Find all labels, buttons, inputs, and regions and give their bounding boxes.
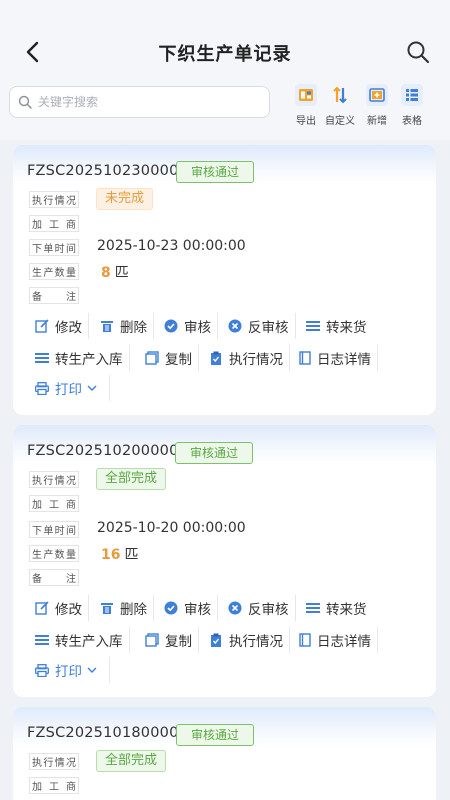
search-button[interactable] [404, 38, 432, 66]
print-button[interactable]: 打印 [35, 375, 110, 401]
remark-label: 备注 [29, 287, 79, 304]
custom-button[interactable]: 自定义 [322, 84, 358, 128]
add-icon [366, 84, 388, 106]
status-label: 执行情况 [29, 753, 79, 770]
edit-icon [35, 601, 49, 615]
copy-button[interactable]: 复制 [145, 345, 199, 371]
cross-circle-icon [228, 319, 242, 333]
add-button[interactable]: 新增 [359, 84, 395, 128]
quantity-label: 生产数量 [29, 545, 79, 562]
page-title: 下织生产单记录 [158, 44, 292, 65]
order-card[interactable]: FZSC2025102300001 审核通过 执行情况 未完成 加工商 下单时间… [13, 145, 436, 415]
edit-button[interactable]: 修改 [35, 313, 89, 339]
delete-button[interactable]: 删除 [100, 595, 154, 621]
add-label: 新增 [367, 116, 387, 127]
order-time-label: 下单时间 [29, 239, 79, 256]
approve-button[interactable]: 审核 [164, 313, 218, 339]
keyword-search-box[interactable] [9, 86, 270, 118]
table-icon [401, 84, 423, 106]
quantity-value: 8匹 [101, 265, 129, 281]
order-code: FZSC2025101800007 [27, 725, 188, 741]
copy-icon [145, 633, 159, 647]
list-icon [306, 320, 320, 332]
search-icon [18, 95, 32, 109]
to-warehouse-button[interactable]: 转生产入库 [35, 345, 130, 371]
printer-icon [35, 663, 49, 677]
exec-status-button[interactable]: 执行情况 [209, 345, 290, 371]
approve-button[interactable]: 审核 [164, 595, 218, 621]
to-warehouse-button[interactable]: 转生产入库 [35, 627, 130, 653]
check-circle-icon [164, 601, 178, 615]
quantity-label: 生产数量 [29, 263, 79, 280]
approval-badge: 审核通过 [176, 161, 255, 183]
cross-circle-icon [228, 601, 242, 615]
approval-badge: 审核通过 [175, 442, 254, 464]
book-icon [299, 633, 311, 647]
search-icon [407, 41, 430, 64]
unapprove-button[interactable]: 反审核 [228, 313, 296, 339]
printer-icon [35, 381, 49, 395]
execution-status: 全部完成 [96, 468, 167, 490]
export-icon [295, 84, 317, 106]
check-circle-icon [164, 319, 178, 333]
edit-button[interactable]: 修改 [35, 595, 89, 621]
quantity-value: 16 匹 [101, 547, 139, 563]
edit-icon [35, 319, 49, 333]
trash-icon [100, 601, 114, 615]
chevron-down-icon [87, 667, 97, 673]
transfer-in-button[interactable]: 转来货 [306, 595, 373, 621]
export-label: 导出 [296, 116, 316, 127]
unapprove-button[interactable]: 反审核 [228, 595, 296, 621]
delete-button[interactable]: 删除 [100, 313, 154, 339]
order-time-value: 2025-10-23 00:00:00 [97, 238, 246, 254]
order-code: FZSC2025102300001 [27, 163, 188, 179]
book-icon [299, 351, 311, 365]
copy-button[interactable]: 复制 [145, 627, 199, 653]
execution-status: 全部完成 [96, 750, 167, 772]
status-label: 执行情况 [29, 191, 79, 208]
order-time-label: 下单时间 [29, 521, 79, 538]
remark-label: 备注 [29, 569, 79, 586]
list-icon [35, 634, 49, 646]
order-card[interactable]: FZSC2025102000001 审核通过 执行情况 全部完成 加工商 下单时… [13, 425, 436, 697]
custom-sort-icon [329, 84, 351, 106]
order-time-value: 2025-10-20 00:00:00 [97, 520, 246, 536]
execution-status: 未完成 [96, 188, 154, 210]
order-card[interactable]: FZSC2025101800007 审核通过 执行情况 全部完成 加工商 [13, 707, 436, 800]
export-button[interactable]: 导出 [288, 84, 324, 128]
order-code: FZSC2025102000001 [27, 443, 188, 459]
processor-label: 加工商 [29, 777, 79, 794]
log-detail-button[interactable]: 日志详情 [299, 627, 378, 653]
clipboard-icon [209, 351, 223, 365]
list-icon [35, 352, 49, 364]
exec-status-button[interactable]: 执行情况 [209, 627, 290, 653]
log-detail-button[interactable]: 日志详情 [299, 345, 378, 371]
custom-label: 自定义 [325, 116, 355, 127]
trash-icon [100, 319, 114, 333]
transfer-in-button[interactable]: 转来货 [306, 313, 373, 339]
keyword-search-input[interactable] [38, 95, 258, 109]
copy-icon [145, 351, 159, 365]
clipboard-icon [209, 633, 223, 647]
status-label: 执行情况 [29, 471, 79, 488]
approval-badge: 审核通过 [176, 724, 255, 746]
print-button[interactable]: 打印 [35, 657, 110, 683]
table-button[interactable]: 表格 [394, 84, 430, 128]
list-icon [306, 602, 320, 614]
processor-label: 加工商 [29, 495, 79, 512]
table-label: 表格 [402, 116, 422, 127]
processor-label: 加工商 [29, 215, 79, 232]
chevron-down-icon [87, 385, 97, 391]
